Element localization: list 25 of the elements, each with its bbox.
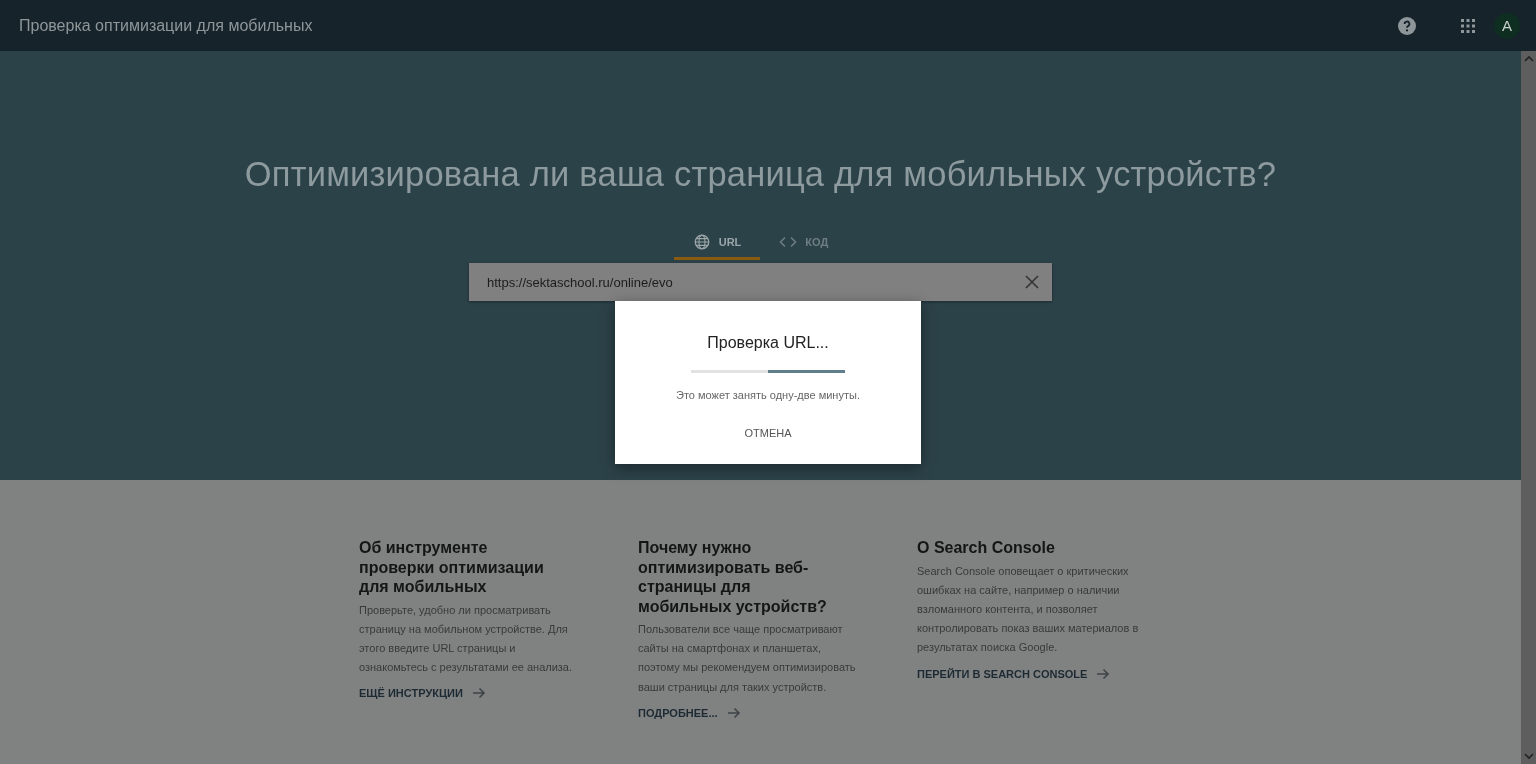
account-avatar[interactable]: A <box>1494 12 1520 39</box>
scrollbar[interactable] <box>1521 51 1536 764</box>
close-icon[interactable] <box>1025 275 1039 289</box>
dialog-message: Это может занять одну-две минуты. <box>676 389 860 401</box>
section-link[interactable]: ПЕРЕЙТИ В SEARCH CONSOLE <box>917 665 1147 682</box>
dialog-title: Проверка URL... <box>707 334 829 352</box>
section-text: Пользователи все чаще просматривают сайты на смартфонах и планшетах, поэтому мы рекомендуем оптимизировать ваши страницы для таких устройств. <box>638 622 857 695</box>
section-heading: О Search Console <box>917 538 1056 558</box>
apps-grid-icon[interactable] <box>1461 18 1475 33</box>
scroll-down-icon[interactable] <box>1523 751 1534 761</box>
section-heading: Об инструменте проверки оптимизации для мобильных <box>359 538 545 597</box>
url-input-field[interactable]: https://sektaschool.ru/online/evo <box>469 263 1052 301</box>
section-link[interactable]: ЕЩЁ ИНСТРУКЦИИ <box>359 685 589 702</box>
input-mode-tab[interactable]: URL <box>673 226 761 260</box>
page-headline: Оптимизирована ли ваша страница для мобильных устройств? <box>244 155 1277 194</box>
globe-icon <box>692 232 711 251</box>
section-heading: Почему нужно оптимизировать веб-страницы для мобильных устройств? <box>638 538 828 616</box>
input-mode-tab[interactable]: КОД <box>760 226 848 260</box>
section-text: Search Console оповещает о критических ошибках на сайте, например о наличии взломанного контента, и позволяет контролировать показ ваших материалов в результатах поиска Google. <box>917 563 1140 656</box>
scroll-up-icon[interactable] <box>1523 54 1534 64</box>
section-link[interactable]: ПОДРОБНЕЕ... <box>638 704 868 721</box>
section-text: Проверьте, удобно ли просматривать страницу на мобильном устройстве. Для этого введите URL страницы и ознакомьтесь с результатами ее анализа. <box>359 602 574 676</box>
app-title: Проверка оптимизации для мобильных <box>19 16 314 35</box>
help-icon[interactable] <box>1398 16 1416 35</box>
cancel-button[interactable]: ОТМЕНА <box>736 423 800 443</box>
